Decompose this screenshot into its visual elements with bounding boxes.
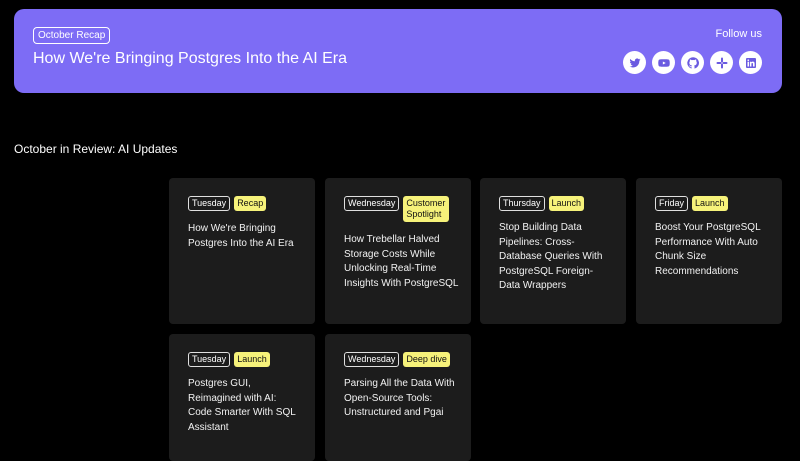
- day-tag: Friday: [655, 196, 689, 211]
- card-title[interactable]: Postgres GUI, Reimagined with AI: Code S…: [188, 377, 303, 435]
- hero-banner: October Recap How We're Bringing Postgre…: [14, 9, 782, 93]
- card-chunk-size-launch[interactable]: Friday Launch Boost Your PostgreSQL Perf…: [636, 178, 782, 324]
- recap-badge: October Recap: [33, 27, 111, 44]
- card-title[interactable]: Boost Your PostgreSQL Performance With A…: [655, 221, 770, 279]
- card-deep-dive[interactable]: Wednesday Deep dive Parsing All the Data…: [325, 334, 471, 461]
- card-customer-spotlight[interactable]: Wednesday Customer Spotlight How Trebell…: [325, 178, 471, 324]
- linkedin-icon[interactable]: [739, 51, 762, 74]
- day-tag: Wednesday: [344, 196, 400, 211]
- section-title: October in Review: AI Updates: [14, 142, 178, 156]
- day-tag: Tuesday: [188, 196, 231, 211]
- day-tag: Wednesday: [344, 352, 400, 367]
- type-tag: Launch: [548, 196, 585, 211]
- day-tag: Thursday: [499, 196, 545, 211]
- card-sql-assistant-launch[interactable]: Tuesday Launch Postgres GUI, Reimagined …: [169, 334, 315, 461]
- card-fdw-launch[interactable]: Thursday Launch Stop Building Data Pipel…: [480, 178, 626, 324]
- type-tag: Launch: [692, 196, 728, 211]
- hero-title[interactable]: How We're Bringing Postgres Into the AI …: [33, 50, 347, 68]
- card-title[interactable]: How We're Bringing Postgres Into the AI …: [188, 222, 303, 251]
- card-recap[interactable]: Tuesday Recap How We're Bringing Postgre…: [169, 178, 315, 324]
- day-tag: Tuesday: [188, 352, 231, 367]
- slack-icon[interactable]: [710, 51, 733, 74]
- card-title[interactable]: Parsing All the Data With Open-Source To…: [344, 377, 459, 421]
- github-icon[interactable]: [681, 51, 704, 74]
- youtube-icon[interactable]: [652, 51, 675, 74]
- type-tag: Launch: [234, 352, 270, 367]
- type-tag: Recap: [234, 196, 267, 211]
- type-tag: Customer Spotlight: [403, 196, 450, 222]
- social-links: [623, 51, 762, 74]
- card-title[interactable]: How Trebellar Halved Storage Costs While…: [344, 233, 459, 291]
- twitter-icon[interactable]: [623, 51, 646, 74]
- follow-us-label: Follow us: [715, 28, 762, 40]
- card-title[interactable]: Stop Building Data Pipelines: Cross-Data…: [499, 221, 614, 294]
- type-tag: Deep dive: [403, 352, 450, 367]
